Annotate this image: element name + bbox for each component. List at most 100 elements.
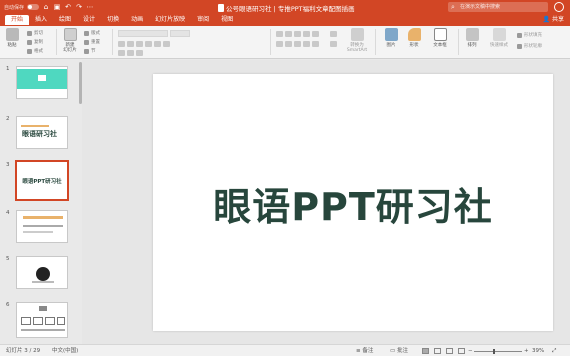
search-input[interactable]: ⌕ 在演示文稿中搜索 (448, 2, 548, 12)
tab-2[interactable]: 绘图 (53, 15, 77, 25)
picture-button[interactable]: 图片 (381, 26, 401, 49)
save-icon[interactable]: ▣ (53, 3, 61, 11)
slide-number: 1 (6, 66, 10, 72)
autosave-label: 自动保存 (4, 4, 25, 11)
arrange-button[interactable]: 排列 (462, 26, 482, 49)
tab-4[interactable]: 切换 (101, 15, 125, 25)
slide-number: 4 (6, 210, 10, 216)
align-center-icon[interactable] (285, 41, 292, 47)
slide-thumbnail[interactable] (16, 302, 68, 338)
reset-button[interactable]: 重置 (84, 39, 100, 45)
zoom-slider[interactable] (474, 349, 522, 354)
clipboard-icon (5, 28, 19, 41)
bullets-icon[interactable] (276, 31, 283, 37)
section-button[interactable]: 节 (84, 48, 96, 54)
fill-label: 形状填充 (524, 33, 542, 38)
tab-0[interactable]: 开始 (5, 15, 30, 25)
quick-styles-button[interactable]: 快速样式 (486, 26, 512, 49)
align-right-icon[interactable] (294, 41, 301, 47)
strikethrough-icon[interactable] (145, 41, 152, 47)
paste-button[interactable]: 粘贴 (2, 26, 22, 49)
share-button[interactable]: 👤 共享 (543, 15, 564, 25)
zoom-level[interactable]: 39% (532, 347, 544, 355)
slide-thumbnail[interactable] (16, 210, 68, 243)
sorter-view-icon[interactable] (434, 348, 441, 354)
columns-icon[interactable] (312, 41, 319, 47)
paste-label: 粘贴 (7, 43, 17, 48)
zoom-out-icon[interactable]: − (468, 347, 473, 355)
layout-button[interactable]: 版式 (84, 30, 100, 36)
bold-icon[interactable] (118, 41, 125, 47)
highlight-icon[interactable] (127, 50, 134, 56)
font-size-select[interactable] (170, 30, 190, 37)
new-slide-button[interactable]: 新建 幻灯片 (60, 26, 80, 53)
slide-editor: 眼语PPT研习社 (82, 60, 570, 344)
thumbnail-decoration (23, 216, 63, 219)
cut-button[interactable]: 剪切 (27, 30, 43, 36)
copy-button[interactable]: 复制 (27, 39, 43, 45)
thumbnail-logo (38, 75, 46, 81)
text-direction-icon[interactable] (330, 31, 337, 37)
tab-6[interactable]: 幻灯片放映 (149, 15, 191, 25)
autosave-toggle[interactable] (27, 4, 40, 10)
title-bar: 自动保存 ⌂ ▣ ↶ ↷ ⋯ 公号眼语研习社 | 专推PPT福利文章配图插画 ⌕… (0, 0, 570, 14)
tab-1[interactable]: 插入 (29, 15, 53, 25)
slide-number: 3 (6, 162, 10, 168)
more-icon[interactable]: ⋯ (86, 3, 94, 11)
current-slide[interactable]: 眼语PPT研习社 (153, 74, 553, 331)
undo-icon[interactable]: ↶ (64, 3, 72, 11)
user-icon[interactable] (554, 2, 564, 12)
fill-icon (517, 32, 522, 38)
justify-icon[interactable] (303, 41, 310, 47)
tab-3[interactable]: 设计 (77, 15, 101, 25)
slide-thumbnail[interactable]: 眼语研习社 (16, 116, 68, 149)
shape-outline-button[interactable]: 形状轮廓 (517, 43, 542, 49)
redo-icon[interactable]: ↷ (75, 3, 83, 11)
brush-icon (27, 48, 32, 54)
tab-7[interactable]: 审阅 (191, 15, 215, 25)
language-status[interactable]: 中文(中国) (52, 347, 78, 355)
notes-button[interactable]: ≡ 备注 (356, 347, 373, 355)
fit-to-window-icon[interactable]: ⤢ (552, 347, 556, 355)
text-effect-icon[interactable] (118, 50, 125, 56)
subscript-icon[interactable] (154, 41, 161, 47)
thumbnail-figure (36, 267, 50, 281)
slideshow-view-icon[interactable] (458, 348, 465, 354)
notes-label: 备注 (362, 348, 374, 354)
thumbnail-line (23, 231, 53, 233)
tab-8[interactable]: 视图 (215, 15, 239, 25)
format-painter-button[interactable]: 格式 (27, 48, 43, 54)
slide-number: 2 (6, 116, 10, 122)
home-icon[interactable]: ⌂ (42, 3, 50, 11)
zoom-in-icon[interactable]: + (524, 347, 529, 355)
thumbnail-line (23, 225, 63, 227)
textbox-button[interactable]: 文本框 (428, 26, 452, 49)
search-placeholder: 在演示文稿中搜索 (460, 4, 501, 10)
shape-button[interactable]: 形状 (404, 26, 424, 49)
thumbnail-box (57, 317, 65, 325)
font-color-icon[interactable] (136, 50, 143, 56)
increase-indent-icon[interactable] (303, 31, 310, 37)
superscript-icon[interactable] (163, 41, 170, 47)
convert-smartart-button[interactable]: 转换为 SmartArt (344, 26, 370, 53)
line-spacing-icon[interactable] (312, 31, 319, 37)
separator (270, 29, 271, 55)
normal-view-icon[interactable] (422, 348, 429, 354)
numbering-icon[interactable] (285, 31, 292, 37)
reading-view-icon[interactable] (446, 348, 453, 354)
slide-thumbnail[interactable] (16, 256, 68, 289)
zoom-slider-knob[interactable] (492, 349, 495, 354)
slide-thumbnail-selected[interactable]: 眼语PPT研习社 (15, 160, 69, 201)
search-icon: ⌕ (451, 3, 455, 11)
slide-thumbnail[interactable] (16, 66, 68, 99)
italic-icon[interactable] (127, 41, 134, 47)
tab-5[interactable]: 动画 (125, 15, 149, 25)
decrease-indent-icon[interactable] (294, 31, 301, 37)
font-name-select[interactable] (118, 30, 168, 37)
underline-icon[interactable] (136, 41, 143, 47)
comments-button[interactable]: ▭ 批注 (390, 347, 408, 355)
align-left-icon[interactable] (276, 41, 283, 47)
slide-title[interactable]: 眼语PPT研习社 (153, 185, 553, 229)
shape-fill-button[interactable]: 形状填充 (517, 32, 542, 38)
align-text-icon[interactable] (330, 41, 337, 47)
